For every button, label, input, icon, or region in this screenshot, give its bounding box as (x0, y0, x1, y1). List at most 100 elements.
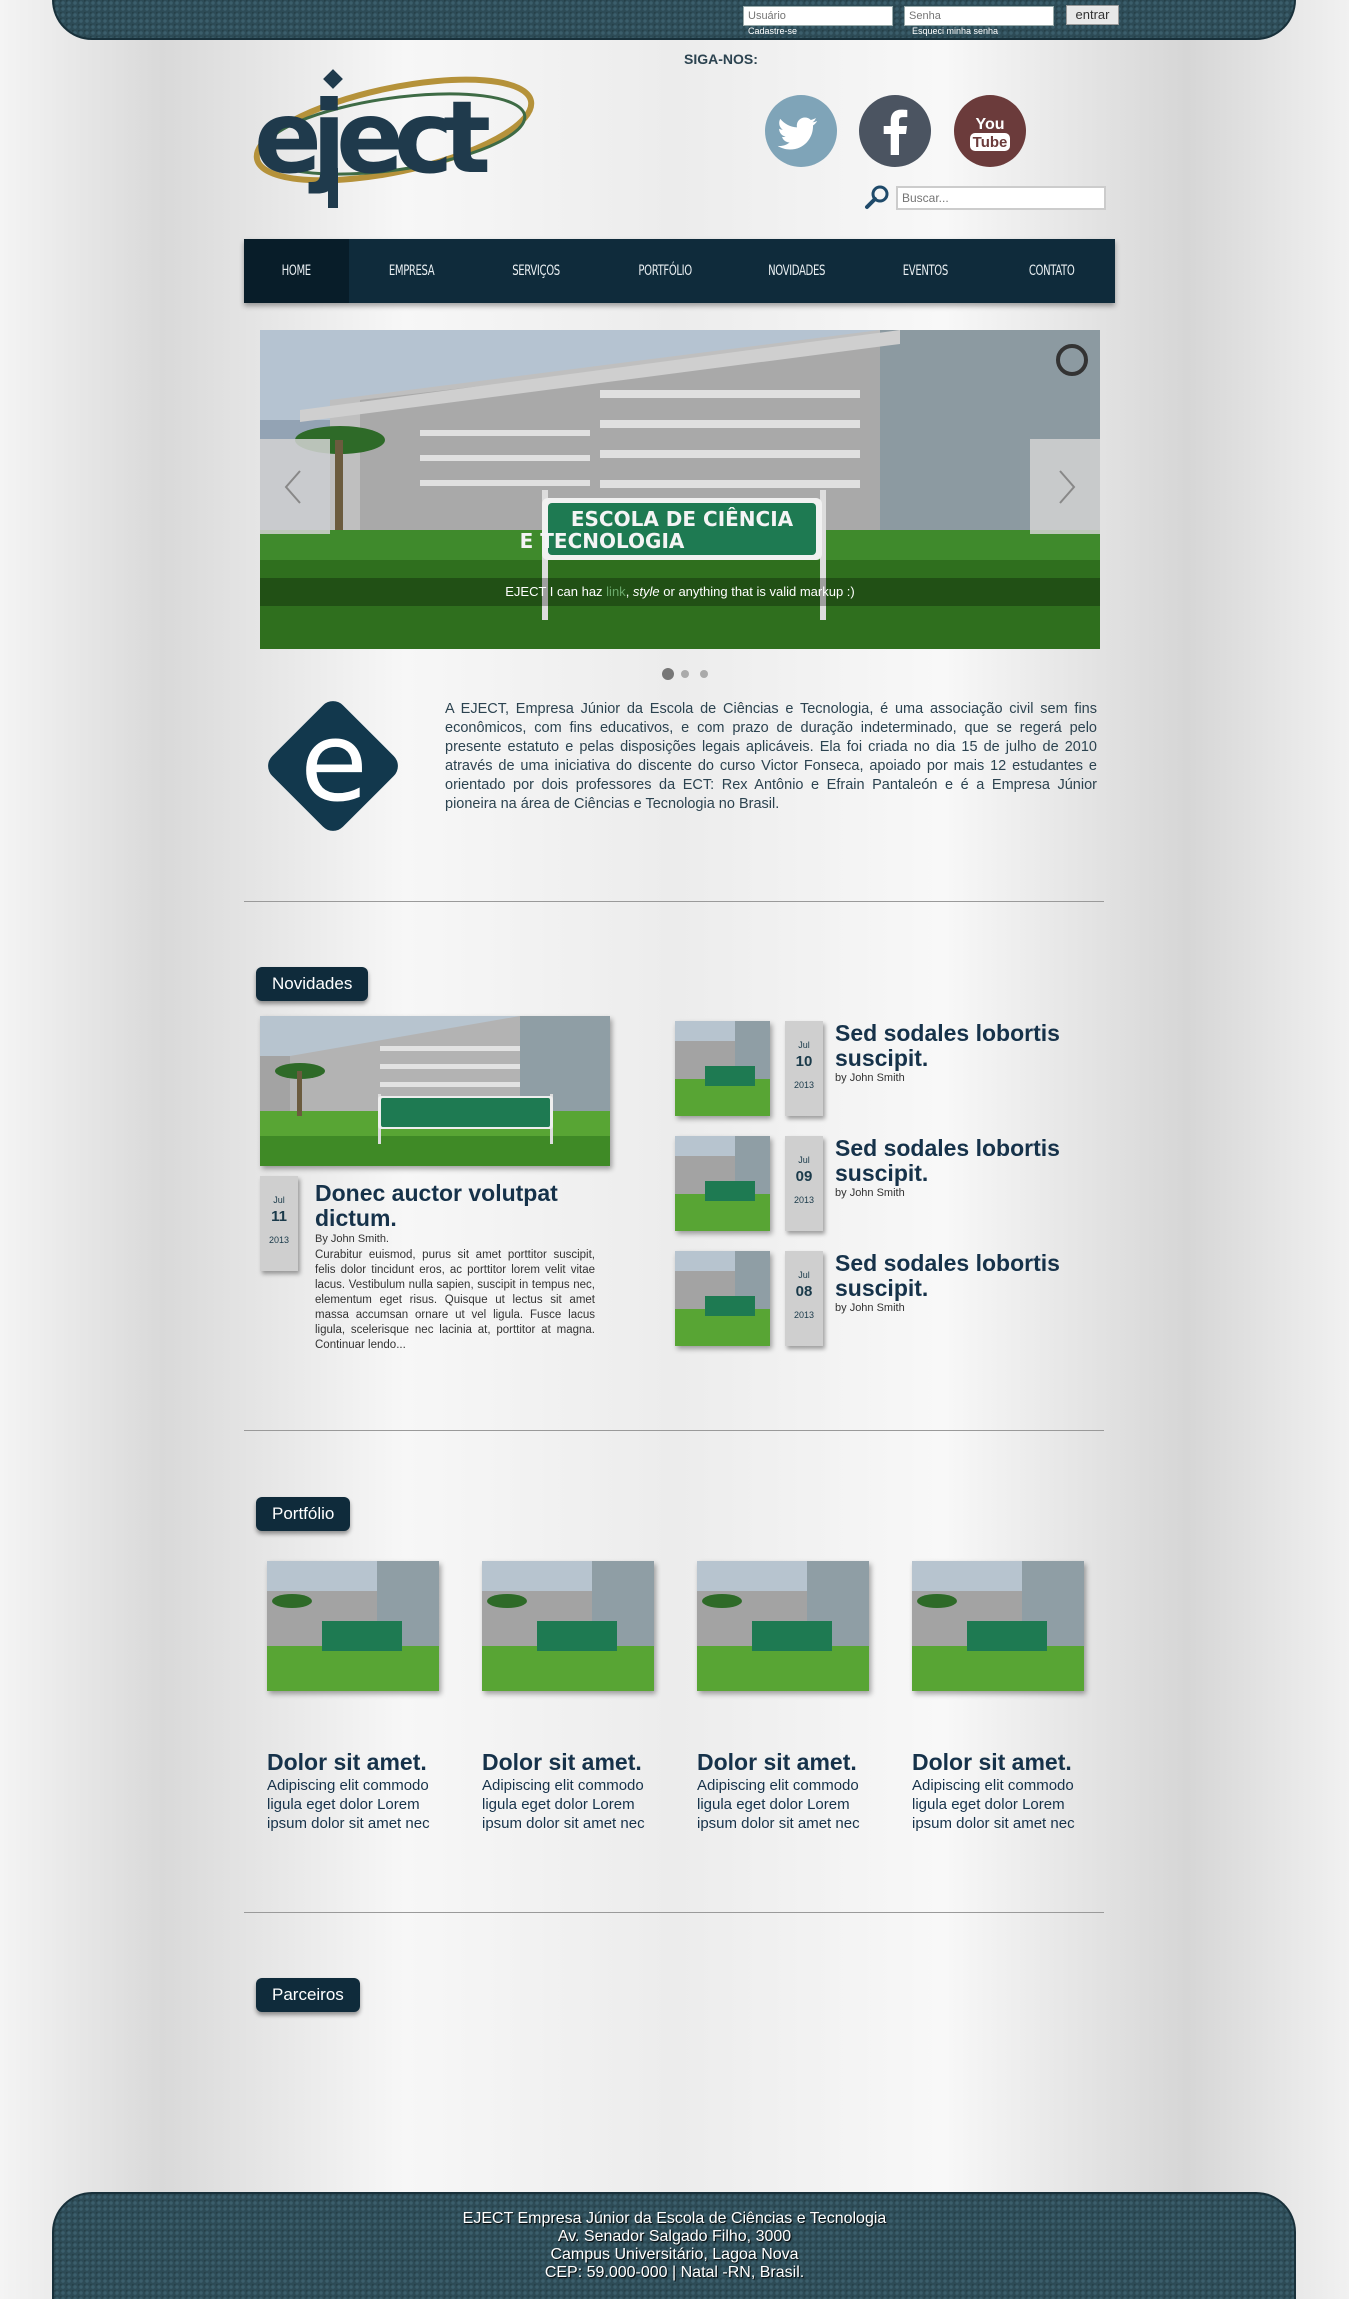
register-link[interactable]: Cadastre-se (748, 26, 797, 36)
nav-label: EMPRESA (388, 263, 435, 279)
chevron-right-icon (1059, 470, 1076, 504)
twitter-icon[interactable] (765, 95, 837, 167)
news-byline: by John Smith (835, 1302, 905, 1314)
slider-dot-3[interactable] (700, 670, 708, 678)
portfolio-item[interactable]: Dolor sit amet. Adipiscing elit commodo … (267, 1561, 442, 1861)
nav-label: NOVIDADES (768, 263, 826, 279)
date-day: 09 (795, 1168, 813, 1185)
nav-label: SERVIÇOS (512, 263, 561, 279)
emblem-letter: e (300, 698, 368, 826)
portfolio-desc: Adipiscing elit commodo ligula eget dolo… (697, 1777, 860, 1832)
news-thumbnail[interactable] (675, 1021, 770, 1116)
byline-prefix: by (835, 1072, 850, 1084)
search-icon[interactable] (864, 184, 890, 210)
sign-text-line1: ESCOLA DE CIÊNCIA (571, 507, 794, 531)
news-title[interactable]: Sed sodales lobortis suscipit. (835, 1251, 1095, 1301)
caption-separator: , (625, 584, 633, 599)
news-title[interactable]: Sed sodales lobortis suscipit. (835, 1021, 1095, 1071)
date-month: Jul (798, 1155, 810, 1165)
image-slider: ESCOLA DE CIÊNCIA E TECNOLOGIA EJECT I c… (260, 330, 1100, 649)
featured-news-image[interactable] (260, 1016, 610, 1166)
caption-text-start: EJECT I can haz (505, 584, 607, 599)
news-byline: by John Smith (835, 1072, 905, 1084)
portfolio-title[interactable]: Dolor sit amet. (482, 1749, 642, 1776)
portfolio-item[interactable]: Dolor sit amet. Adipiscing elit commodo … (697, 1561, 872, 1861)
featured-news-byline: By John Smith. (315, 1233, 389, 1245)
facebook-icon[interactable] (859, 95, 931, 167)
byline-author: John Smith (849, 1072, 905, 1084)
portfolio-item[interactable]: Dolor sit amet. Adipiscing elit commodo … (912, 1561, 1087, 1861)
featured-news-body: Curabitur euismod, purus sit amet portti… (315, 1249, 595, 1351)
nav-label: CONTATO (1028, 263, 1075, 279)
youtube-word-top: You (975, 116, 1004, 133)
date-day: 10 (795, 1053, 813, 1070)
news-item[interactable]: Jul 10 2013 Sed sodales lobortis suscipi… (675, 1021, 1095, 1121)
portfolio-image[interactable] (482, 1561, 654, 1691)
slider-prev-button[interactable] (260, 439, 330, 534)
portfolio-desc: Adipiscing elit commodo ligula eget dolo… (482, 1777, 645, 1832)
date-month: Jul (798, 1040, 810, 1050)
search-input[interactable] (896, 186, 1106, 210)
footer-line: EJECT Empresa Júnior da Escola de Ciênci… (462, 2210, 887, 2227)
news-thumbnail[interactable] (675, 1251, 770, 1346)
login-button[interactable]: entrar (1066, 5, 1119, 25)
date-month: Jul (798, 1270, 810, 1280)
main-navigation: HOME EMPRESA SERVIÇOS PORTFÓLIO NOVIDADE… (244, 239, 1115, 303)
portfolio-image[interactable] (267, 1561, 439, 1691)
date-year: 2013 (268, 1235, 290, 1245)
portfolio-item[interactable]: Dolor sit amet. Adipiscing elit commodo … (482, 1561, 657, 1861)
news-item[interactable]: Jul 08 2013 Sed sodales lobortis suscipi… (675, 1251, 1095, 1351)
nav-item-servicos[interactable]: SERVIÇOS (474, 239, 599, 303)
byline-prefix: by (835, 1187, 850, 1199)
date-day: 11 (271, 1208, 287, 1225)
eject-logo[interactable]: eject (244, 60, 544, 220)
slider-next-button[interactable] (1030, 439, 1100, 534)
portfolio-image[interactable] (697, 1561, 869, 1691)
svg-text:eject: eject (254, 79, 489, 196)
section-divider (244, 901, 1104, 902)
partners-section-title: Parceiros (256, 1978, 360, 2012)
date-year: 2013 (793, 1080, 815, 1090)
password-input[interactable] (904, 6, 1054, 26)
youtube-icon[interactable]: You Tube (954, 95, 1026, 167)
slider-caption: EJECT I can haz link, style or anything … (260, 578, 1100, 606)
portfolio-title[interactable]: Dolor sit amet. (697, 1749, 857, 1776)
nav-item-home[interactable]: HOME (244, 239, 349, 303)
footer-line: CEP: 59.000-000 | Natal -RN, Brasil. (544, 2264, 805, 2281)
caption-style: style (632, 584, 660, 599)
footer-line: Av. Senador Salgado Filho, 3000 (557, 2228, 792, 2245)
nav-label: PORTFÓLIO (638, 263, 692, 279)
nav-item-portfolio[interactable]: PORTFÓLIO (599, 239, 731, 303)
news-thumbnail[interactable] (675, 1136, 770, 1231)
portfolio-title[interactable]: Dolor sit amet. (912, 1749, 1072, 1776)
news-item[interactable]: Jul 09 2013 Sed sodales lobortis suscipi… (675, 1136, 1095, 1236)
eject-emblem-logo: e (254, 688, 412, 844)
byline-author: John Smith (849, 1187, 905, 1199)
byline-author: John Smith (849, 1302, 905, 1314)
nav-label: HOME (281, 263, 312, 279)
slider-dot-1[interactable] (662, 668, 674, 680)
byline-prefix: By (315, 1233, 331, 1245)
sign-text-line2: E TECNOLOGIA (520, 529, 685, 553)
nav-item-empresa[interactable]: EMPRESA (349, 239, 474, 303)
caption-link[interactable]: link (606, 584, 626, 599)
portfolio-title[interactable]: Dolor sit amet. (267, 1749, 427, 1776)
news-date-badge: Jul 09 2013 (785, 1136, 823, 1231)
section-divider (244, 1912, 1104, 1913)
featured-news-title[interactable]: Donec auctor volutpat dictum. (315, 1181, 595, 1231)
news-byline: by John Smith (835, 1187, 905, 1199)
nav-item-contato[interactable]: CONTATO (988, 239, 1115, 303)
portfolio-image[interactable] (912, 1561, 1084, 1691)
username-input[interactable] (743, 6, 893, 26)
caption-text-end: or anything that is valid markup :) (659, 584, 855, 599)
slider-dot-2[interactable] (681, 670, 689, 678)
news-date-badge: Jul 10 2013 (785, 1021, 823, 1116)
nav-item-eventos[interactable]: EVENTOS (863, 239, 988, 303)
follow-us-label: SIGA-NOS: (684, 51, 758, 67)
news-title[interactable]: Sed sodales lobortis suscipit. (835, 1136, 1095, 1186)
byline-prefix: by (835, 1302, 850, 1314)
nav-item-novidades[interactable]: NOVIDADES (731, 239, 863, 303)
forgot-password-link[interactable]: Esqueci minha senha (912, 26, 998, 36)
news-date-badge: Jul 08 2013 (785, 1251, 823, 1346)
youtube-word-bottom: Tube (973, 134, 1008, 151)
